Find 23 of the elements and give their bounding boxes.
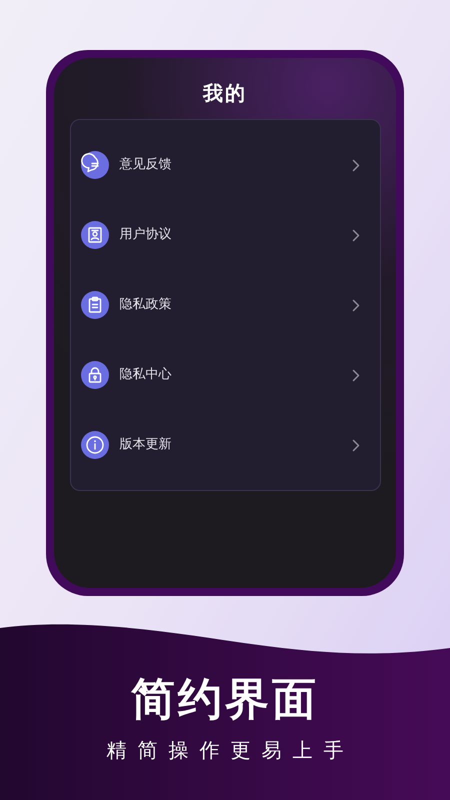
menu-item[interactable]: 隐私政策 bbox=[70, 285, 380, 325]
menu-item[interactable]: 意见反馈 bbox=[70, 145, 380, 185]
chevron-right-icon bbox=[352, 228, 360, 242]
menu-item[interactable]: 隐私中心 bbox=[70, 355, 380, 395]
clipboard-icon bbox=[80, 291, 108, 319]
chevron-right-icon bbox=[352, 438, 360, 452]
info-icon bbox=[80, 431, 108, 459]
chat-bubble-icon bbox=[80, 151, 108, 179]
id-card-icon bbox=[80, 221, 108, 249]
chevron-right-icon bbox=[352, 158, 360, 172]
menu-item-label: 隐私政策 bbox=[120, 296, 172, 314]
chevron-right-icon bbox=[352, 298, 360, 312]
menu-item[interactable]: 用户协议 bbox=[70, 215, 380, 255]
menu-item[interactable]: 版本更新 bbox=[70, 425, 380, 465]
menu-item-label: 意见反馈 bbox=[120, 156, 172, 174]
headline: 简约界面 bbox=[131, 673, 319, 727]
menu-item-label: 用户协议 bbox=[120, 226, 172, 244]
screen-title: 我的 bbox=[203, 80, 247, 106]
menu-item-label: 隐私中心 bbox=[120, 366, 172, 384]
chevron-right-icon bbox=[352, 368, 360, 382]
subtitle: 精简操作更易上手 bbox=[106, 737, 354, 764]
padlock-icon bbox=[80, 361, 108, 389]
menu-item-label: 版本更新 bbox=[120, 436, 172, 454]
